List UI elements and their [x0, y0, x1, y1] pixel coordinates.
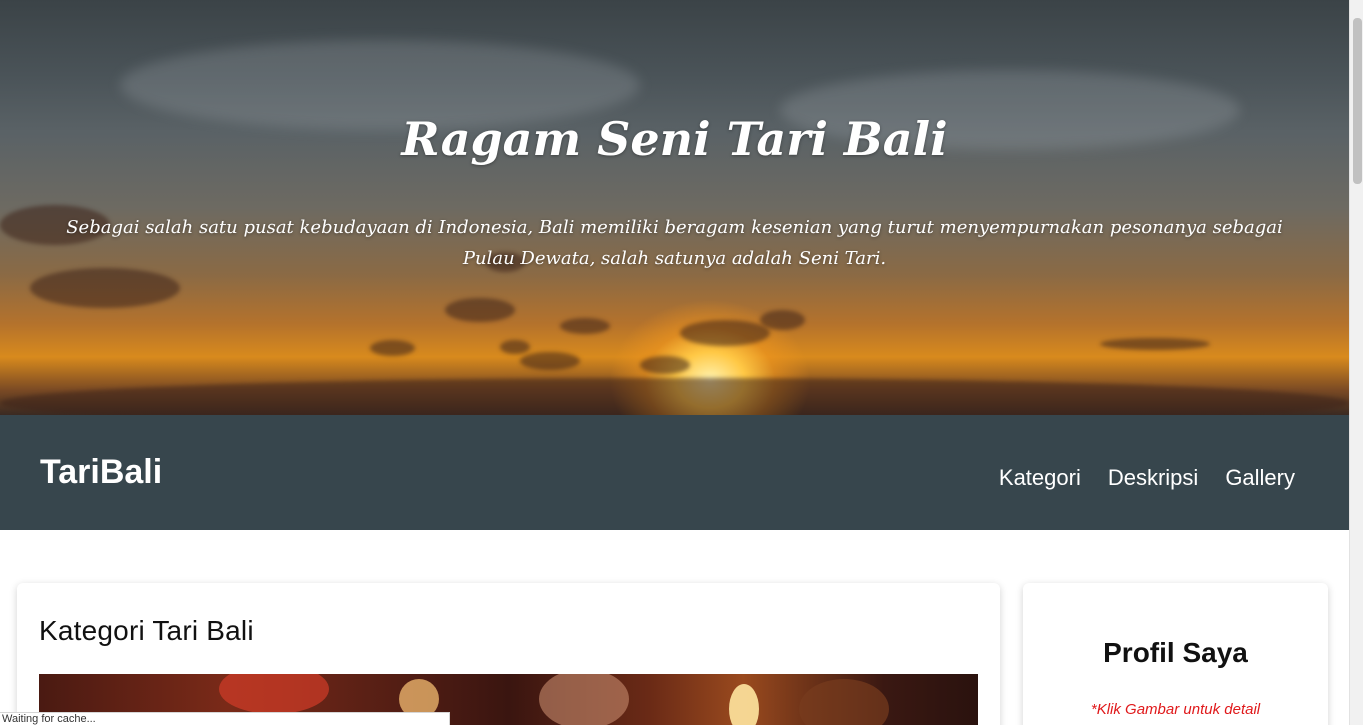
hero-subtitle: Sebagai salah satu pusat kebudayaan di I…	[66, 217, 1283, 269]
brand-logo[interactable]: TariBali	[40, 453, 162, 492]
sunset-cloud	[560, 318, 610, 334]
profile-heading: Profil Saya	[1103, 637, 1248, 668]
nav-link-deskripsi[interactable]: Deskripsi	[1108, 465, 1198, 491]
sunset-cloud	[520, 352, 580, 370]
sunset-cloud	[445, 298, 515, 322]
sunset-cloud	[0, 378, 1349, 415]
profile-hint: *Klik Gambar untuk detail	[1090, 701, 1261, 718]
nav-links: Kategori Deskripsi Gallery	[999, 465, 1295, 491]
hero-title: Ragam Seni Tari Bali	[401, 112, 948, 166]
sunset-cloud	[760, 310, 805, 330]
sunset-cloud	[500, 340, 530, 354]
image-highlight	[799, 679, 889, 725]
nav-link-gallery[interactable]: Gallery	[1225, 465, 1295, 491]
sunset-cloud	[640, 356, 690, 374]
category-heading: Kategori Tari Bali	[39, 615, 254, 646]
hero-banner: Ragam Seni Tari Bali Sebagai salah satu …	[0, 0, 1349, 415]
sunset-cloud	[680, 320, 770, 346]
sunset-cloud	[30, 268, 180, 308]
image-highlight	[729, 684, 759, 725]
profile-card: Profil Saya *Klik Gambar untuk detail	[1023, 583, 1328, 725]
browser-status-bar: Waiting for cache...	[0, 712, 450, 725]
sunset-cloud	[1100, 338, 1210, 350]
navbar: TariBali Kategori Deskripsi Gallery	[0, 415, 1349, 530]
vertical-scrollbar[interactable]	[1349, 0, 1363, 725]
image-highlight	[539, 674, 629, 725]
sunset-cloud	[370, 340, 415, 356]
category-card: Kategori Tari Bali	[17, 583, 1000, 725]
image-highlight	[219, 674, 329, 714]
scrollbar-thumb[interactable]	[1353, 18, 1362, 184]
nav-link-kategori[interactable]: Kategori	[999, 465, 1081, 491]
